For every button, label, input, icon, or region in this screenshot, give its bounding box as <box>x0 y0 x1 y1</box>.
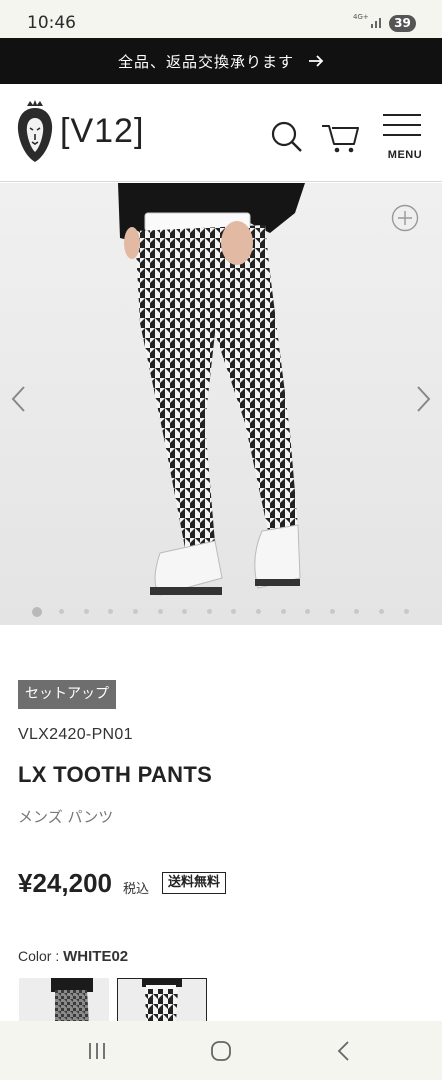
free-shipping-badge: 送料無料 <box>162 872 227 894</box>
color-swatch-1[interactable] <box>19 978 109 1022</box>
brand-logo[interactable]: [V12] <box>15 100 155 164</box>
product-category: メンズ パンツ <box>18 808 114 826</box>
gallery-dot[interactable] <box>59 609 65 614</box>
menu-label: MENU <box>387 149 423 161</box>
swatch-thumbnail <box>19 978 109 1022</box>
gallery-dot[interactable] <box>32 607 42 617</box>
cart-icon <box>322 125 359 153</box>
back-button[interactable] <box>333 1039 355 1063</box>
arrow-right-icon <box>309 55 324 67</box>
brand-name: [V12] <box>60 112 145 150</box>
color-label: Color : <box>18 948 64 964</box>
chevron-right-icon <box>417 386 431 412</box>
gallery-dot[interactable] <box>403 609 409 614</box>
gallery-dot[interactable] <box>206 609 212 614</box>
gallery-next-button[interactable] <box>412 383 434 415</box>
status-bar: 10:46 4G+ 39 <box>0 0 442 38</box>
zoom-button[interactable] <box>391 204 419 232</box>
gallery-dot[interactable] <box>280 609 286 614</box>
home-button[interactable] <box>209 1039 233 1063</box>
product-photo <box>0 183 442 625</box>
gallery-prev-button[interactable] <box>8 383 30 415</box>
product-price: ¥24,200 <box>18 868 112 898</box>
site-header: [V12] MENU <box>0 84 442 182</box>
gallery-dot[interactable] <box>255 609 261 614</box>
back-icon <box>337 1041 349 1061</box>
recent-apps-icon <box>89 1043 105 1059</box>
swatch-thumbnail <box>118 979 206 1021</box>
product-gallery[interactable] <box>0 183 442 625</box>
chevron-left-icon <box>11 386 25 412</box>
promo-banner[interactable]: 全品、返品交換承ります <box>0 38 442 84</box>
color-value: WHITE02 <box>63 948 129 965</box>
system-nav-bar <box>0 1021 442 1080</box>
gallery-dot[interactable] <box>354 609 360 614</box>
gallery-dot[interactable] <box>231 609 237 614</box>
search-icon <box>271 121 302 152</box>
home-icon <box>211 1041 231 1061</box>
gallery-dot[interactable] <box>132 609 138 614</box>
gallery-dot[interactable] <box>305 609 311 614</box>
battery-indicator: 39 <box>389 15 416 32</box>
network-icon: 4G+ <box>353 13 369 21</box>
recent-apps-button[interactable] <box>86 1040 108 1062</box>
gallery-dot[interactable] <box>329 609 335 614</box>
product-sku: VLX2420-PN01 <box>18 726 133 743</box>
plus-circle-icon <box>391 204 419 232</box>
setup-tag[interactable]: セットアップ <box>18 680 116 709</box>
gallery-dot[interactable] <box>182 609 188 614</box>
gallery-dot[interactable] <box>378 609 384 614</box>
tax-label: 税込 <box>123 882 150 897</box>
promo-text: 全品、返品交換承ります <box>117 52 294 71</box>
search-button[interactable] <box>268 118 306 156</box>
color-selector-label: Color : WHITE02 <box>18 948 128 965</box>
hamburger-icon <box>383 114 427 136</box>
signal-icon <box>371 18 381 28</box>
color-swatch-2-selected[interactable] <box>117 978 207 1022</box>
gallery-dot[interactable] <box>108 609 114 614</box>
lion-crown-icon <box>17 100 53 162</box>
gallery-dot[interactable] <box>157 609 163 614</box>
product-name: LX TOOTH PANTS <box>18 762 213 787</box>
status-time: 10:46 <box>27 13 76 33</box>
gallery-dot[interactable] <box>83 609 89 614</box>
gallery-pagination <box>0 607 442 617</box>
menu-button[interactable]: MENU <box>383 114 427 162</box>
cart-button[interactable] <box>320 118 362 154</box>
